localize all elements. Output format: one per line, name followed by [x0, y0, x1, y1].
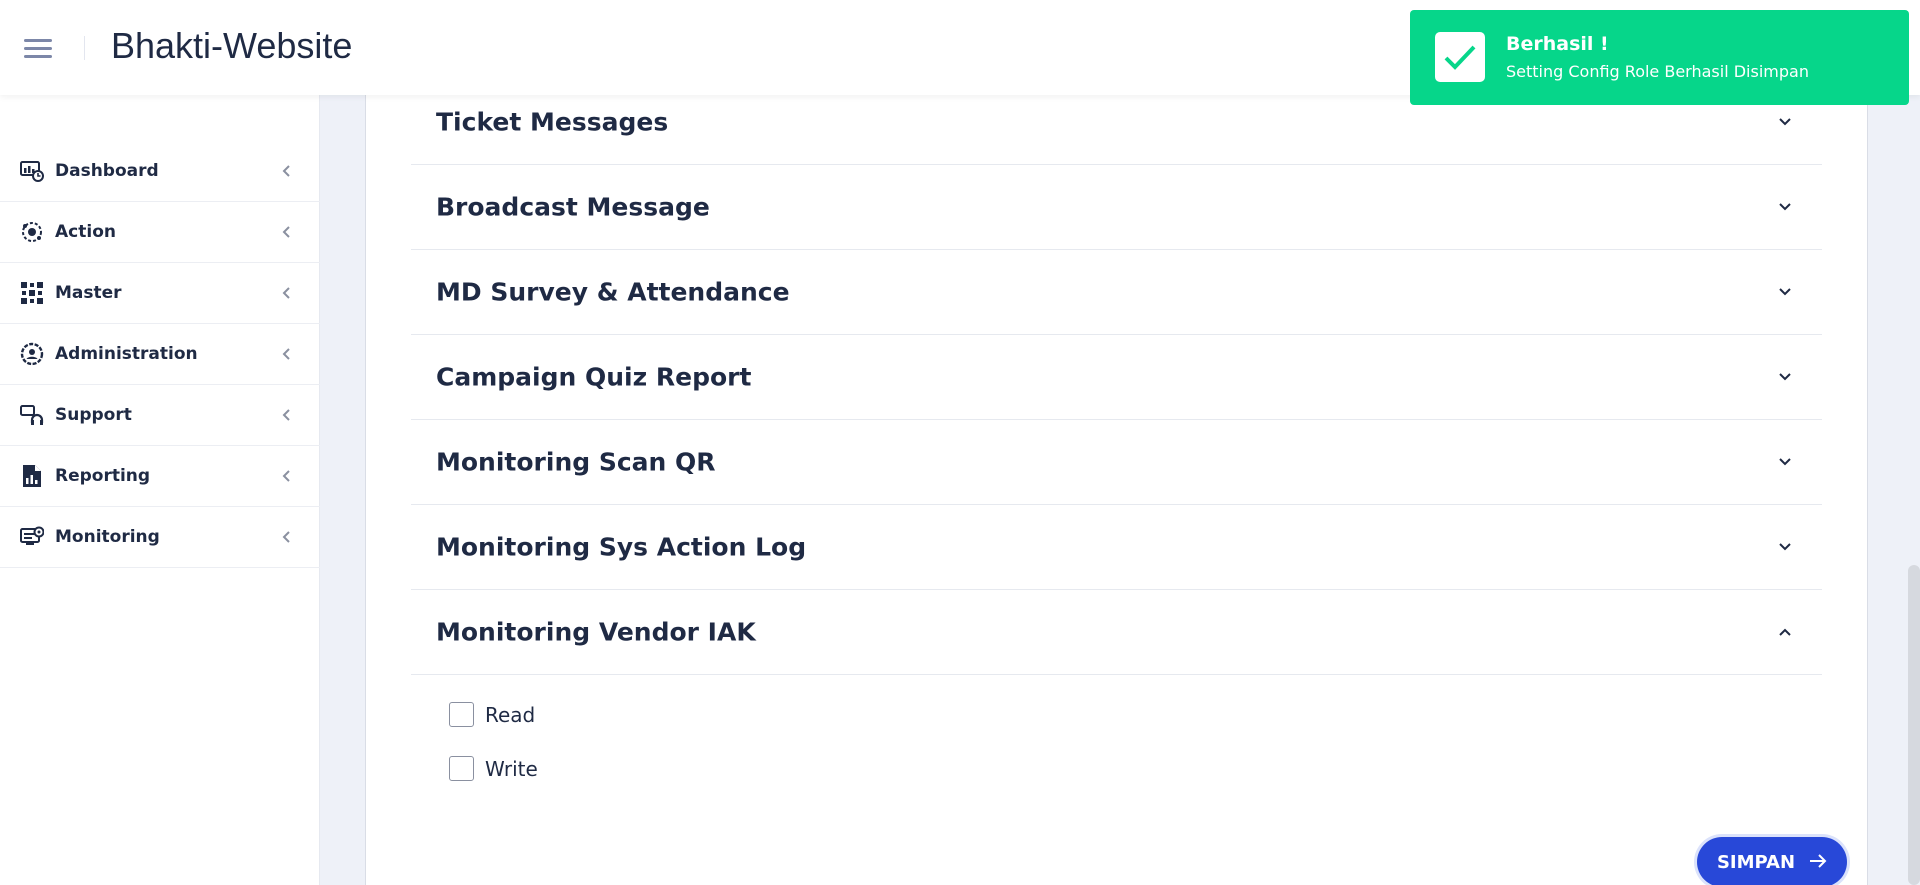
- page-scrollbar[interactable]: [1908, 565, 1920, 885]
- sidebar-item-action[interactable]: Action: [0, 202, 320, 263]
- accordion-item-broadcast-message[interactable]: Broadcast Message: [411, 165, 1822, 250]
- action-icon: [20, 220, 44, 244]
- sidebar-item-label: Administration: [55, 344, 198, 364]
- chevron-left-icon: [281, 287, 293, 299]
- chevron-left-icon: [281, 470, 293, 482]
- checkbox-box[interactable]: [449, 702, 474, 727]
- toast-title: Berhasil !: [1506, 33, 1609, 55]
- chevron-left-icon: [281, 409, 293, 421]
- permission-read-checkbox[interactable]: Read: [449, 702, 535, 727]
- accordion-title: Campaign Quiz Report: [436, 362, 752, 392]
- role-config-card: Ticket Messages Broadcast Message MD Sur…: [365, 80, 1868, 885]
- permission-label: Read: [485, 702, 536, 727]
- sidebar: Dashboard Action Master Administration S…: [0, 95, 320, 885]
- chevron-down-icon: [1778, 540, 1792, 554]
- administration-icon: [20, 342, 44, 366]
- save-button[interactable]: SIMPAN: [1697, 837, 1847, 885]
- sidebar-item-monitoring[interactable]: Monitoring: [0, 507, 320, 568]
- header-divider: [84, 36, 85, 60]
- hamburger-menu-icon[interactable]: [24, 30, 60, 66]
- accordion-item-monitoring-sys-action-log[interactable]: Monitoring Sys Action Log: [411, 505, 1822, 590]
- app-title: Bhakti-Website: [111, 25, 353, 66]
- permission-write-checkbox[interactable]: Write: [449, 756, 538, 781]
- sidebar-item-master[interactable]: Master: [0, 263, 320, 324]
- sidebar-item-label: Monitoring: [55, 527, 160, 547]
- monitoring-icon: [20, 525, 44, 549]
- permission-label: Write: [485, 756, 538, 781]
- chevron-left-icon: [281, 531, 293, 543]
- chevron-left-icon: [281, 348, 293, 360]
- sidebar-item-support[interactable]: Support: [0, 385, 320, 446]
- chevron-down-icon: [1778, 455, 1792, 469]
- sidebar-item-label: Master: [55, 283, 122, 303]
- sidebar-item-label: Reporting: [55, 466, 151, 486]
- toast-message: Setting Config Role Berhasil Disimpan: [1506, 62, 1809, 81]
- accordion-title: Monitoring Scan QR: [436, 447, 716, 477]
- accordion-item-md-survey-attendance[interactable]: MD Survey & Attendance: [411, 250, 1822, 335]
- support-icon: [20, 403, 44, 427]
- sidebar-item-label: Dashboard: [55, 161, 159, 181]
- arrow-right-icon: [1809, 852, 1827, 873]
- accordion-item-campaign-quiz-report[interactable]: Campaign Quiz Report: [411, 335, 1822, 420]
- accordion-title: Ticket Messages: [436, 107, 669, 137]
- accordion-title: Broadcast Message: [436, 192, 710, 222]
- sidebar-item-label: Support: [55, 405, 132, 425]
- sidebar-item-label: Action: [55, 222, 116, 242]
- accordion-title: Monitoring Vendor IAK: [436, 617, 756, 647]
- chevron-left-icon: [281, 165, 293, 177]
- checkmark-icon: [1435, 32, 1485, 82]
- chevron-down-icon: [1778, 115, 1792, 129]
- sidebar-item-dashboard[interactable]: Dashboard: [0, 141, 320, 202]
- dashboard-icon: [20, 159, 44, 183]
- chevron-down-icon: [1778, 370, 1792, 384]
- master-icon: [20, 281, 44, 305]
- accordion-item-monitoring-scan-qr[interactable]: Monitoring Scan QR: [411, 420, 1822, 505]
- sidebar-item-reporting[interactable]: Reporting: [0, 446, 320, 507]
- chevron-down-icon: [1778, 200, 1792, 214]
- chevron-left-icon: [281, 226, 293, 238]
- save-button-label: SIMPAN: [1716, 851, 1796, 873]
- reporting-icon: [20, 464, 44, 488]
- checkbox-box[interactable]: [449, 756, 474, 781]
- chevron-up-icon: [1778, 625, 1792, 639]
- chevron-down-icon: [1778, 285, 1792, 299]
- accordion-title: MD Survey & Attendance: [436, 277, 790, 307]
- success-toast: Berhasil ! Setting Config Role Berhasil …: [1410, 10, 1909, 105]
- sidebar-item-administration[interactable]: Administration: [0, 324, 320, 385]
- accordion-title: Monitoring Sys Action Log: [436, 532, 807, 562]
- accordion-item-monitoring-vendor-iak[interactable]: Monitoring Vendor IAK: [411, 590, 1822, 675]
